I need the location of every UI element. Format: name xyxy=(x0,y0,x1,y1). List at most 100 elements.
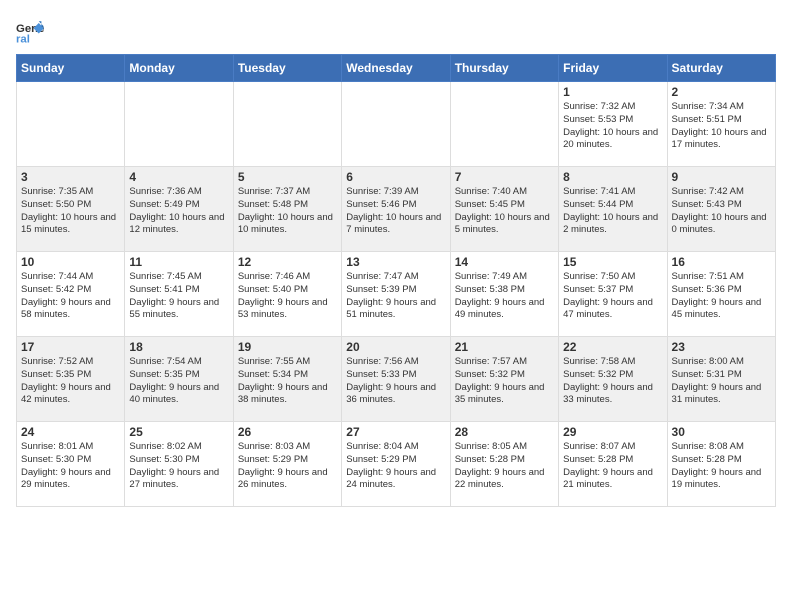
day-number: 5 xyxy=(238,170,337,184)
day-info: Sunrise: 7:54 AM Sunset: 5:35 PM Dayligh… xyxy=(129,356,228,407)
calendar-cell xyxy=(125,82,233,167)
day-number: 27 xyxy=(346,425,445,439)
calendar-cell: 11 Sunrise: 7:45 AM Sunset: 5:41 PM Dayli… xyxy=(125,252,233,337)
calendar-cell: 9 Sunrise: 7:42 AM Sunset: 5:43 PM Daylig… xyxy=(667,167,775,252)
calendar-cell: 3 Sunrise: 7:35 AM Sunset: 5:50 PM Daylig… xyxy=(17,167,125,252)
day-info: Sunrise: 7:47 AM Sunset: 5:39 PM Dayligh… xyxy=(346,271,445,322)
logo: Gene ral xyxy=(16,16,48,44)
day-info: Sunrise: 7:55 AM Sunset: 5:34 PM Dayligh… xyxy=(238,356,337,407)
day-number: 22 xyxy=(563,340,662,354)
calendar-header-row: SundayMondayTuesdayWednesdayThursdayFrid… xyxy=(17,55,776,82)
calendar-cell xyxy=(17,82,125,167)
day-info: Sunrise: 8:03 AM Sunset: 5:29 PM Dayligh… xyxy=(238,441,337,492)
day-number: 4 xyxy=(129,170,228,184)
day-info: Sunrise: 7:42 AM Sunset: 5:43 PM Dayligh… xyxy=(672,186,771,237)
weekday-header-thursday: Thursday xyxy=(450,55,558,82)
calendar-cell: 8 Sunrise: 7:41 AM Sunset: 5:44 PM Daylig… xyxy=(559,167,667,252)
calendar-cell: 26 Sunrise: 8:03 AM Sunset: 5:29 PM Dayli… xyxy=(233,422,341,507)
day-info: Sunrise: 7:41 AM Sunset: 5:44 PM Dayligh… xyxy=(563,186,662,237)
calendar-table: SundayMondayTuesdayWednesdayThursdayFrid… xyxy=(16,54,776,507)
calendar-cell xyxy=(450,82,558,167)
day-number: 1 xyxy=(563,85,662,99)
calendar-cell: 10Sunrise: 7:44 AM Sunset: 5:42 PM Dayli… xyxy=(17,252,125,337)
calendar-cell: 1 Sunrise: 7:32 AM Sunset: 5:53 PM Daylig… xyxy=(559,82,667,167)
day-info: Sunrise: 7:49 AM Sunset: 5:38 PM Dayligh… xyxy=(455,271,554,322)
day-number: 26 xyxy=(238,425,337,439)
day-info: Sunrise: 8:00 AM Sunset: 5:31 PM Dayligh… xyxy=(672,356,771,407)
calendar-cell: 23 Sunrise: 8:00 AM Sunset: 5:31 PM Dayli… xyxy=(667,337,775,422)
day-info: Sunrise: 8:04 AM Sunset: 5:29 PM Dayligh… xyxy=(346,441,445,492)
calendar-cell: 14 Sunrise: 7:49 AM Sunset: 5:38 PM Dayli… xyxy=(450,252,558,337)
day-info: Sunrise: 7:34 AM Sunset: 5:51 PM Dayligh… xyxy=(672,101,771,152)
day-info: Sunrise: 7:46 AM Sunset: 5:40 PM Dayligh… xyxy=(238,271,337,322)
day-number: 12 xyxy=(238,255,337,269)
logo-icon: Gene ral xyxy=(16,16,44,44)
calendar-cell: 7 Sunrise: 7:40 AM Sunset: 5:45 PM Daylig… xyxy=(450,167,558,252)
calendar-cell: 2 Sunrise: 7:34 AM Sunset: 5:51 PM Daylig… xyxy=(667,82,775,167)
calendar-cell: 17 Sunrise: 7:52 AM Sunset: 5:35 PM Dayli… xyxy=(17,337,125,422)
day-info: Sunrise: 7:57 AM Sunset: 5:32 PM Dayligh… xyxy=(455,356,554,407)
day-number: 25 xyxy=(129,425,228,439)
day-number: 21 xyxy=(455,340,554,354)
day-number: 9 xyxy=(672,170,771,184)
day-info: Sunrise: 8:08 AM Sunset: 5:28 PM Dayligh… xyxy=(672,441,771,492)
day-info: Sunrise: 7:36 AM Sunset: 5:49 PM Dayligh… xyxy=(129,186,228,237)
day-info: Sunrise: 7:35 AM Sunset: 5:50 PM Dayligh… xyxy=(21,186,120,237)
calendar-cell: 21 Sunrise: 7:57 AM Sunset: 5:32 PM Dayli… xyxy=(450,337,558,422)
day-info: Sunrise: 8:02 AM Sunset: 5:30 PM Dayligh… xyxy=(129,441,228,492)
day-number: 20 xyxy=(346,340,445,354)
weekday-header-friday: Friday xyxy=(559,55,667,82)
calendar-cell: 20 Sunrise: 7:56 AM Sunset: 5:33 PM Dayli… xyxy=(342,337,450,422)
calendar-cell: 18 Sunrise: 7:54 AM Sunset: 5:35 PM Dayli… xyxy=(125,337,233,422)
day-number: 11 xyxy=(129,255,228,269)
day-info: Sunrise: 8:05 AM Sunset: 5:28 PM Dayligh… xyxy=(455,441,554,492)
day-info: Sunrise: 7:40 AM Sunset: 5:45 PM Dayligh… xyxy=(455,186,554,237)
calendar-cell: 24Sunrise: 8:01 AM Sunset: 5:30 PM Dayli… xyxy=(17,422,125,507)
calendar-cell: 15 Sunrise: 7:50 AM Sunset: 5:37 PM Dayli… xyxy=(559,252,667,337)
day-number: 6 xyxy=(346,170,445,184)
day-info: Sunrise: 7:50 AM Sunset: 5:37 PM Dayligh… xyxy=(563,271,662,322)
day-number: 29 xyxy=(563,425,662,439)
calendar-cell: 5 Sunrise: 7:37 AM Sunset: 5:48 PM Daylig… xyxy=(233,167,341,252)
day-info: Sunrise: 7:45 AM Sunset: 5:41 PM Dayligh… xyxy=(129,271,228,322)
day-number: 18 xyxy=(129,340,228,354)
calendar-cell: 28 Sunrise: 8:05 AM Sunset: 5:28 PM Dayli… xyxy=(450,422,558,507)
day-info: Sunrise: 7:44 AM Sunset: 5:42 PM Dayligh… xyxy=(21,271,120,322)
calendar-cell: 19 Sunrise: 7:55 AM Sunset: 5:34 PM Dayli… xyxy=(233,337,341,422)
calendar-cell: 4 Sunrise: 7:36 AM Sunset: 5:49 PM Daylig… xyxy=(125,167,233,252)
day-number: 17 xyxy=(21,340,120,354)
calendar-cell: 30 Sunrise: 8:08 AM Sunset: 5:28 PM Dayli… xyxy=(667,422,775,507)
weekday-header-wednesday: Wednesday xyxy=(342,55,450,82)
day-info: Sunrise: 7:52 AM Sunset: 5:35 PM Dayligh… xyxy=(21,356,120,407)
calendar-week-row: 10Sunrise: 7:44 AM Sunset: 5:42 PM Dayli… xyxy=(17,252,776,337)
day-info: Sunrise: 7:56 AM Sunset: 5:33 PM Dayligh… xyxy=(346,356,445,407)
day-info: Sunrise: 7:37 AM Sunset: 5:48 PM Dayligh… xyxy=(238,186,337,237)
weekday-header-tuesday: Tuesday xyxy=(233,55,341,82)
day-info: Sunrise: 7:51 AM Sunset: 5:36 PM Dayligh… xyxy=(672,271,771,322)
day-number: 7 xyxy=(455,170,554,184)
calendar-cell xyxy=(233,82,341,167)
day-number: 14 xyxy=(455,255,554,269)
calendar-cell: 13 Sunrise: 7:47 AM Sunset: 5:39 PM Dayli… xyxy=(342,252,450,337)
calendar-cell xyxy=(342,82,450,167)
calendar-cell: 12 Sunrise: 7:46 AM Sunset: 5:40 PM Dayli… xyxy=(233,252,341,337)
weekday-header-saturday: Saturday xyxy=(667,55,775,82)
day-number: 23 xyxy=(672,340,771,354)
day-info: Sunrise: 7:39 AM Sunset: 5:46 PM Dayligh… xyxy=(346,186,445,237)
day-info: Sunrise: 7:32 AM Sunset: 5:53 PM Dayligh… xyxy=(563,101,662,152)
calendar-cell: 6 Sunrise: 7:39 AM Sunset: 5:46 PM Daylig… xyxy=(342,167,450,252)
weekday-header-sunday: Sunday xyxy=(17,55,125,82)
page-header: Gene ral xyxy=(16,16,776,44)
calendar-cell: 25 Sunrise: 8:02 AM Sunset: 5:30 PM Dayli… xyxy=(125,422,233,507)
calendar-week-row: 1 Sunrise: 7:32 AM Sunset: 5:53 PM Daylig… xyxy=(17,82,776,167)
day-number: 19 xyxy=(238,340,337,354)
day-number: 3 xyxy=(21,170,120,184)
day-number: 28 xyxy=(455,425,554,439)
day-number: 2 xyxy=(672,85,771,99)
day-number: 30 xyxy=(672,425,771,439)
day-number: 15 xyxy=(563,255,662,269)
day-number: 13 xyxy=(346,255,445,269)
day-number: 8 xyxy=(563,170,662,184)
day-info: Sunrise: 8:01 AM Sunset: 5:30 PM Dayligh… xyxy=(21,441,120,492)
calendar-week-row: 17 Sunrise: 7:52 AM Sunset: 5:35 PM Dayli… xyxy=(17,337,776,422)
